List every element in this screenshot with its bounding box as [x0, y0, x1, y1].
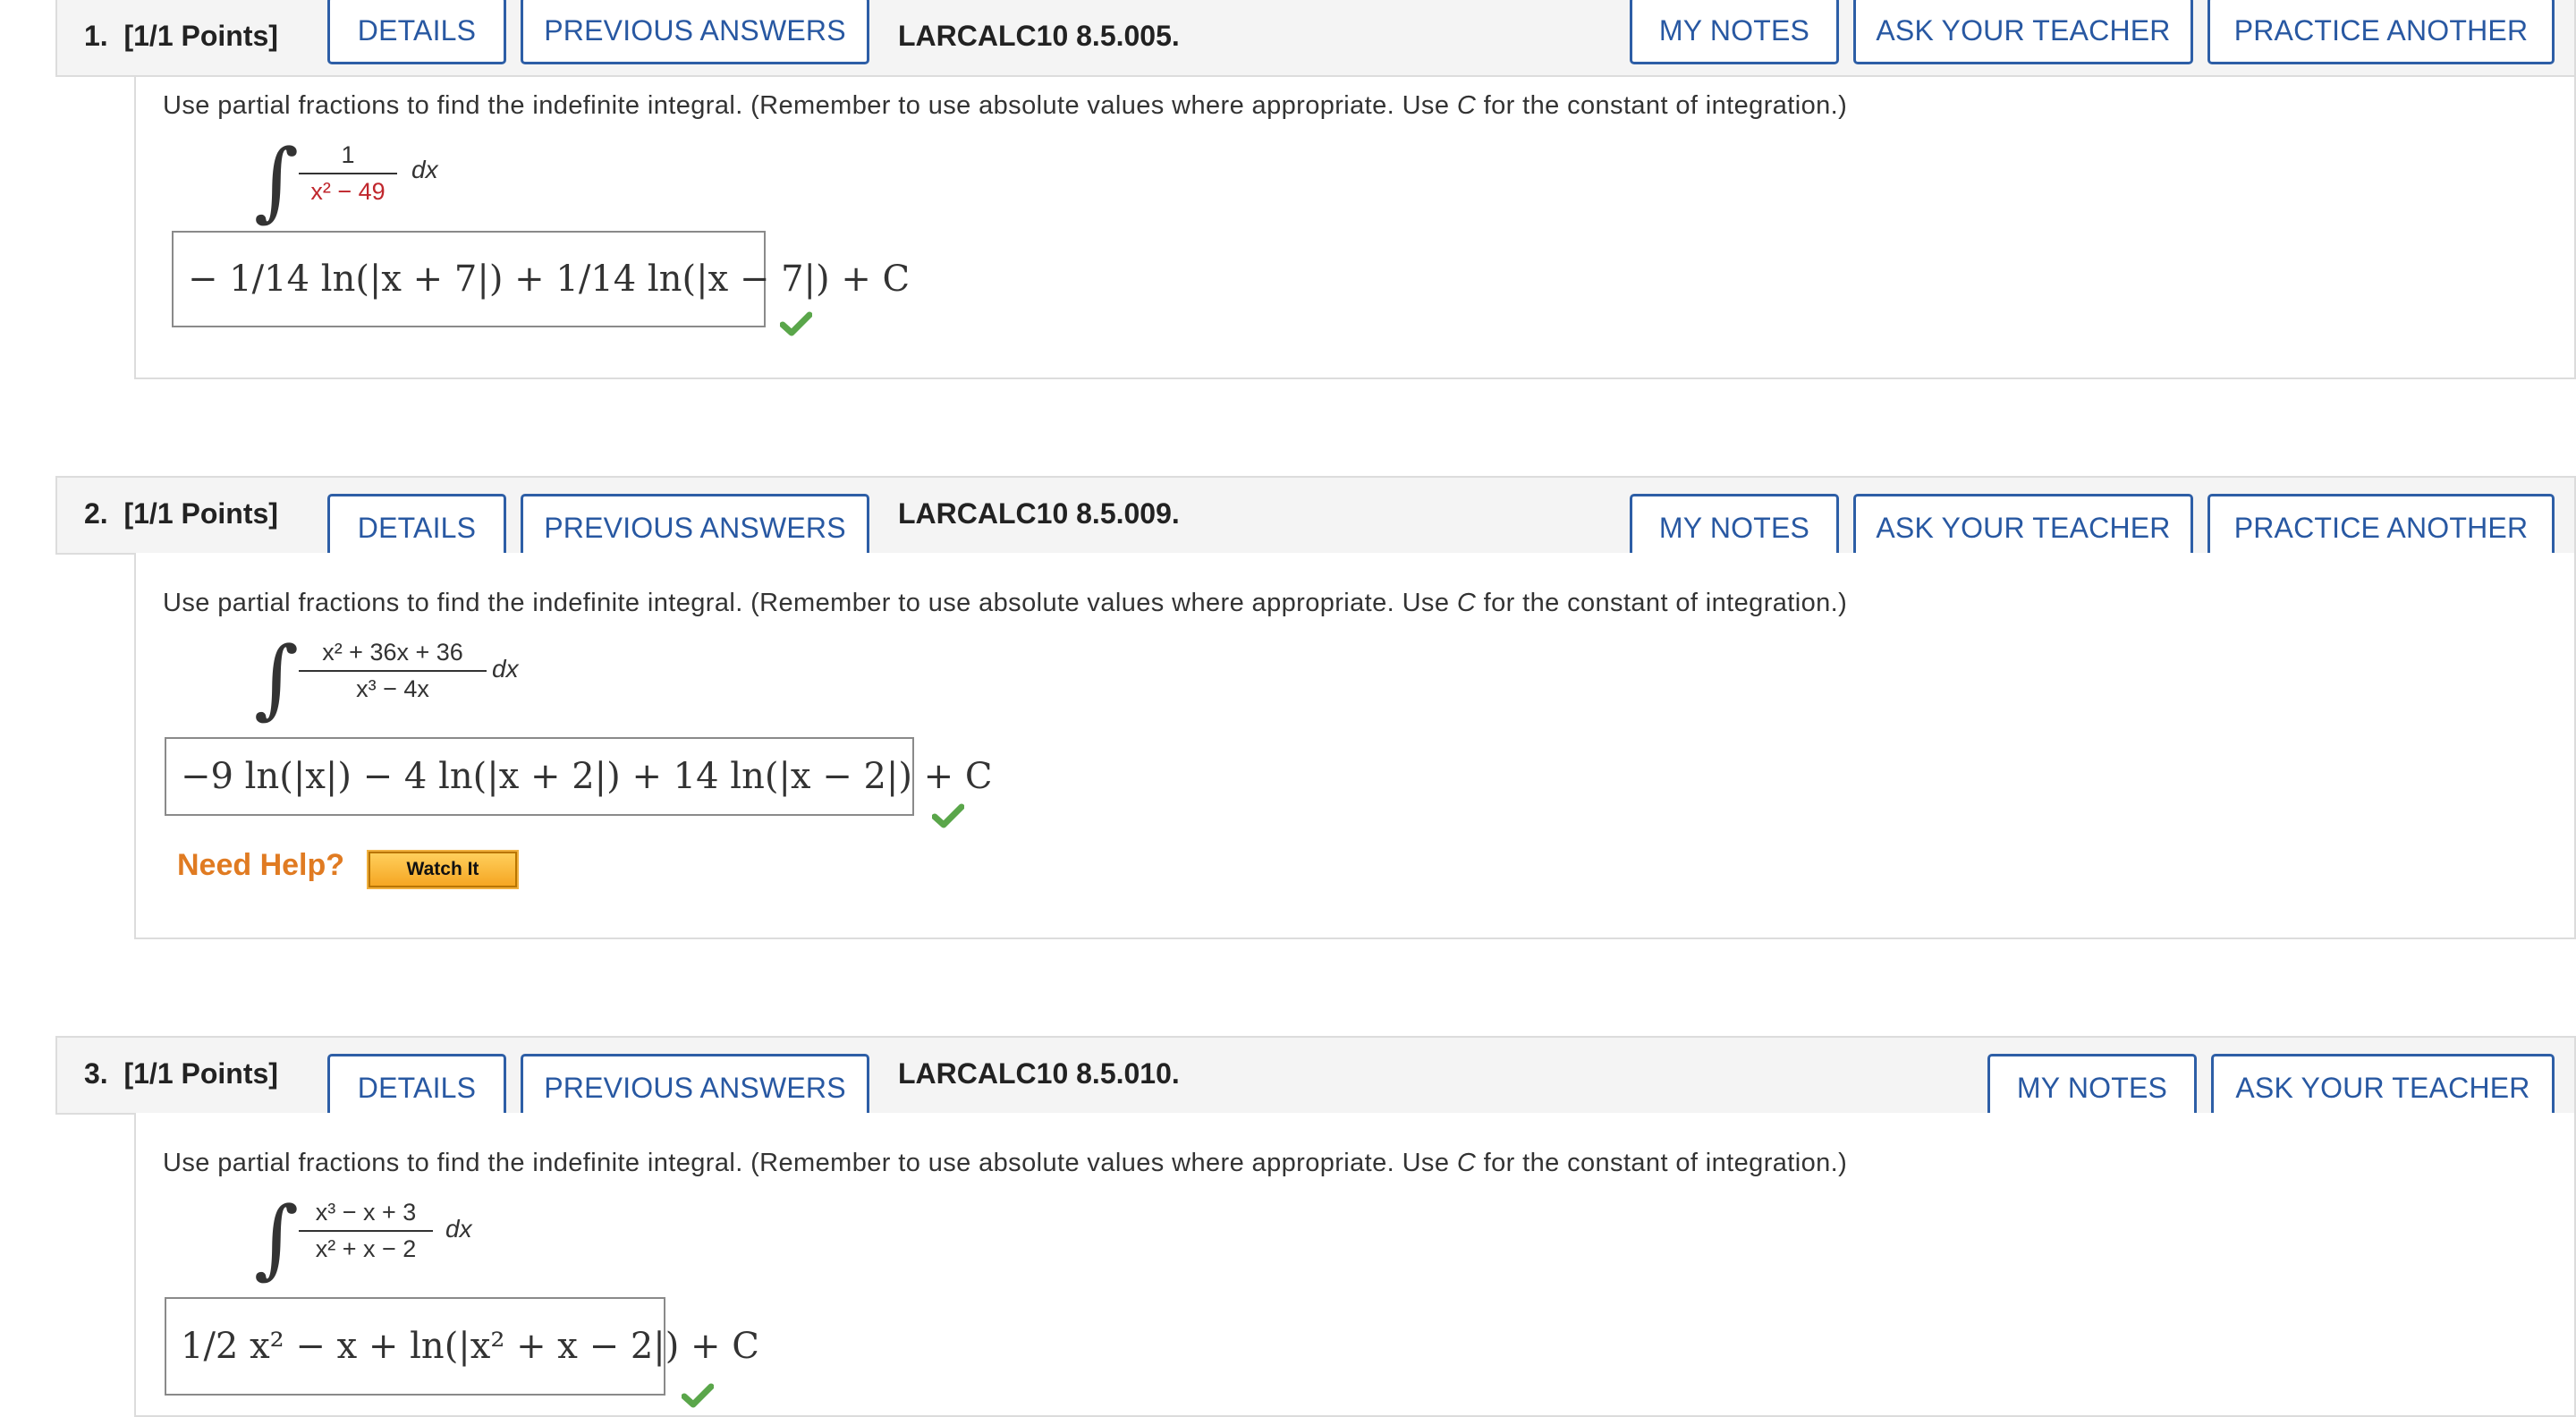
question-number: 3. [1/1 Points] [84, 1057, 278, 1090]
integral-sign: ∫ [254, 131, 300, 231]
question-body: Use partial fractions to find the indefi… [134, 1113, 2576, 1417]
answer-field[interactable]: − 1/14 ln(|x + 7|) + 1/14 ln(|x − 7|) + … [172, 231, 910, 327]
answer-field[interactable]: 1/2 x² − x + ln(|x² + x − 2|) + C [165, 1297, 759, 1396]
question-header: 2. [1/1 Points] DETAILS PREVIOUS ANSWERS… [55, 476, 2576, 562]
question-code: LARCALC10 8.5.010. [898, 1057, 1180, 1090]
need-help-label: Need Help? [177, 848, 345, 882]
my-notes-button[interactable]: MY NOTES [1630, 0, 1839, 64]
watch-it-button[interactable]: Watch It [367, 850, 519, 889]
practice-another-button[interactable]: PRACTICE ANOTHER [2207, 494, 2555, 562]
previous-answers-button[interactable]: PREVIOUS ANSWERS [521, 0, 869, 64]
question-header: 3. [1/1 Points] DETAILS PREVIOUS ANSWERS… [55, 1036, 2576, 1122]
question-code: LARCALC10 8.5.005. [898, 20, 1180, 52]
checkmark-icon [780, 311, 812, 336]
question-number: 2. [1/1 Points] [84, 497, 278, 530]
details-button[interactable]: DETAILS [327, 494, 506, 562]
my-notes-button[interactable]: MY NOTES [1987, 1054, 2197, 1122]
question-number: 1. [1/1 Points] [84, 20, 278, 52]
checkmark-icon [682, 1383, 714, 1408]
integrand-fraction: 1 x² − 49 [299, 141, 397, 206]
practice-another-button[interactable]: PRACTICE ANOTHER [2207, 0, 2555, 64]
integral-sign: ∫ [254, 1188, 300, 1288]
question-prompt: Use partial fractions to find the indefi… [163, 589, 1848, 617]
checkmark-icon [932, 803, 964, 828]
question-body: Use partial fractions to find the indefi… [134, 77, 2576, 379]
integrand-fraction: x² + 36x + 36 x³ − 4x [299, 639, 487, 703]
integral-sign: ∫ [254, 628, 300, 728]
details-button[interactable]: DETAILS [327, 0, 506, 64]
previous-answers-button[interactable]: PREVIOUS ANSWERS [521, 494, 869, 562]
answer-field[interactable]: −9 ln(|x|) − 4 ln(|x + 2|) + 14 ln(|x − … [165, 737, 993, 816]
integrand-fraction: x³ − x + 3 x² + x − 2 [299, 1199, 433, 1263]
details-button[interactable]: DETAILS [327, 1054, 506, 1122]
dx-label: dx [445, 1215, 472, 1243]
question-code: LARCALC10 8.5.009. [898, 497, 1180, 530]
dx-label: dx [411, 156, 438, 183]
dx-label: dx [492, 655, 519, 683]
question-header: 1. [1/1 Points] DETAILS PREVIOUS ANSWERS… [55, 0, 2576, 77]
ask-teacher-button[interactable]: ASK YOUR TEACHER [1853, 494, 2193, 562]
ask-teacher-button[interactable]: ASK YOUR TEACHER [2211, 1054, 2555, 1122]
ask-teacher-button[interactable]: ASK YOUR TEACHER [1853, 0, 2193, 64]
previous-answers-button[interactable]: PREVIOUS ANSWERS [521, 1054, 869, 1122]
question-prompt: Use partial fractions to find the indefi… [163, 91, 1848, 120]
question-body: Use partial fractions to find the indefi… [134, 553, 2576, 939]
my-notes-button[interactable]: MY NOTES [1630, 494, 1839, 562]
question-prompt: Use partial fractions to find the indefi… [163, 1149, 1848, 1177]
